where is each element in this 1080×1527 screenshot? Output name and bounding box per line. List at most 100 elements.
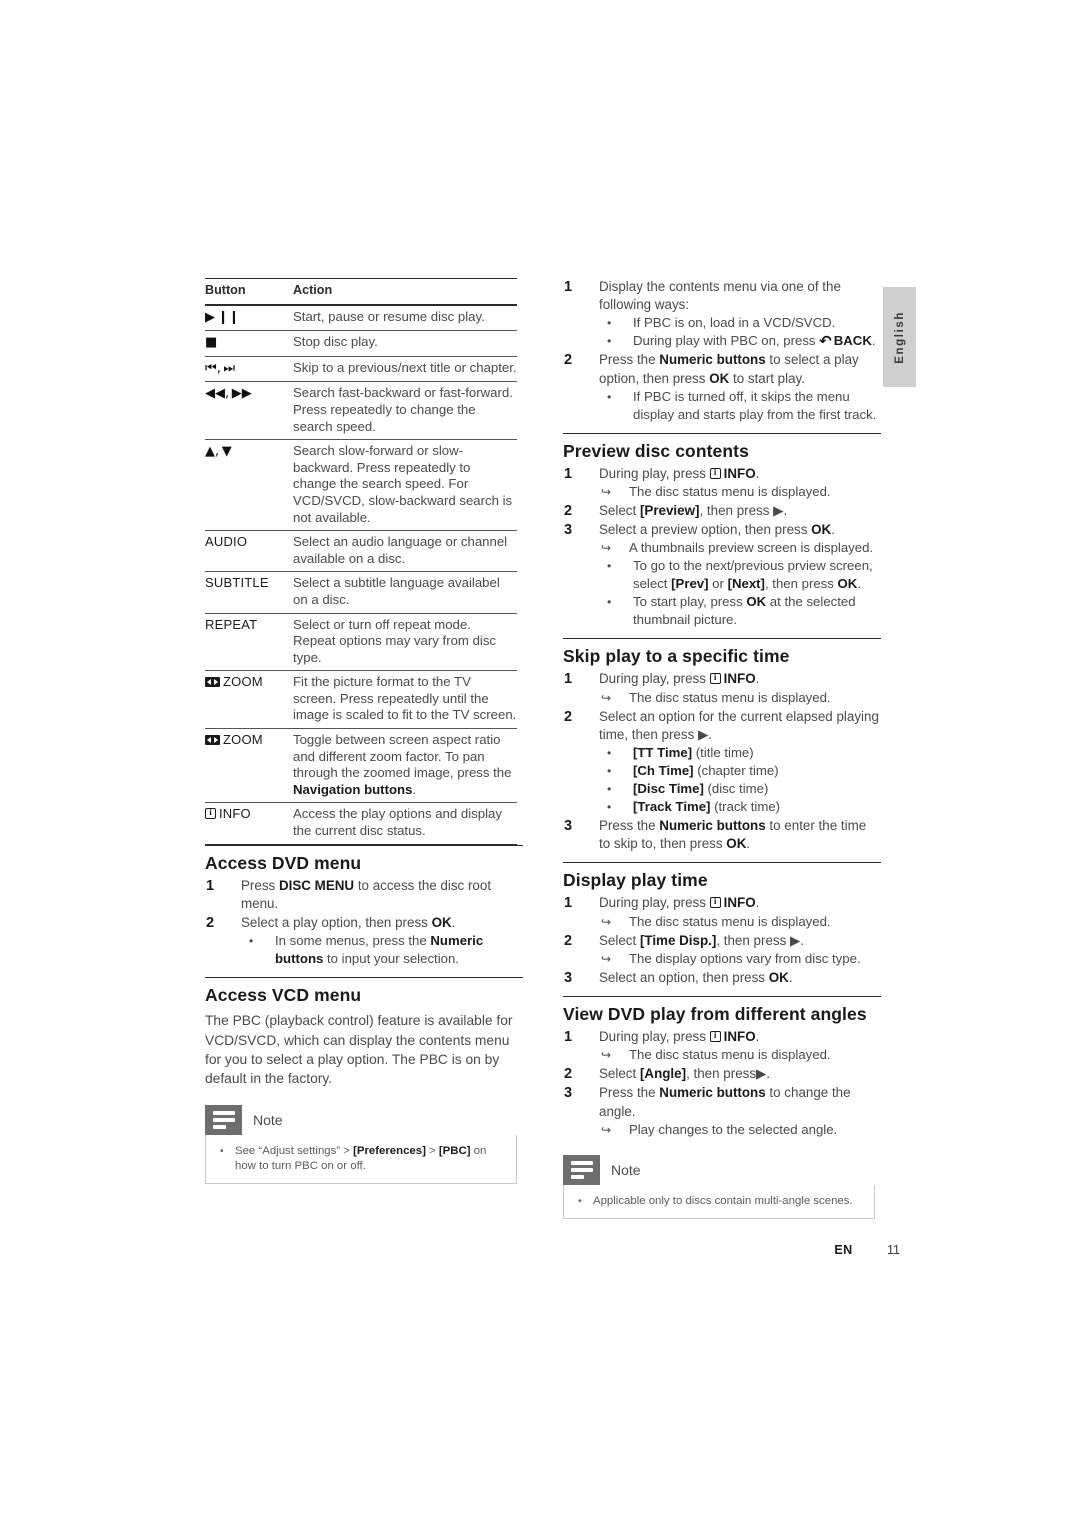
step-number: 2 — [564, 932, 573, 949]
step-subitem: • [Ch Time] (chapter time) — [607, 763, 779, 779]
bullet-icon: • — [607, 595, 612, 610]
table-row: INFO Access the play options and display … — [205, 803, 517, 845]
arrow-icon: ↪ — [601, 1048, 612, 1063]
heading-access-dvd-menu: Access DVD menu — [205, 844, 523, 877]
emphasis: Numeric buttons — [659, 1085, 766, 1101]
button-label: INFO — [219, 806, 251, 822]
table-cell-action: Skip to a previous/next title or chapter… — [293, 359, 517, 375]
step-result: ↪ A thumbnails preview screen is displaye… — [601, 540, 874, 556]
button-label: SUBTITLE — [205, 575, 269, 591]
step-text: Display the contents menu via one of the… — [599, 279, 841, 313]
emphasis: [Prev] — [671, 576, 709, 592]
note-list: • Applicable only to discs contain multi-… — [574, 1194, 864, 1209]
arrow-icon: ↪ — [601, 1122, 612, 1137]
button-action-table: Button Action ▶ ❙❙ Start, pause or resume… — [205, 278, 517, 845]
emphasis: BACK — [833, 333, 872, 349]
emphasis: [Angle] — [639, 1066, 687, 1082]
step-number: 2 — [564, 503, 573, 520]
footer-page-number: 11 — [887, 1243, 900, 1257]
info-icon — [709, 1029, 721, 1043]
bullet-icon: • — [249, 934, 254, 949]
emphasis: [Time Disp.] — [639, 932, 717, 948]
table-cell-button: ⏮, ⏭ — [205, 356, 293, 382]
note-icon — [563, 1154, 600, 1185]
note-box-pbc: Note • See “Adjust settings” > [Preferenc… — [205, 1104, 517, 1185]
step-item: 2 Select [Preview], then press ▶. — [563, 502, 881, 520]
play-pause-icon: ▶ ❙❙ — [205, 309, 240, 325]
steps-view-dvd-angles: 1 During play, press INFO. ↪The disc statu… — [563, 1028, 881, 1139]
step-subitem: • [Disc Time] (disc time) — [607, 781, 769, 797]
bullet-icon: • — [220, 1145, 224, 1157]
emphasis: [Next] — [727, 576, 765, 592]
footer-locale: EN — [834, 1243, 853, 1257]
step-number: 1 — [206, 877, 215, 894]
emphasis: INFO — [723, 1029, 756, 1045]
step-text: Select an option for the current elapsed… — [599, 708, 879, 742]
table-cell-button: INFO — [205, 803, 293, 844]
left-column: Button Action ▶ ❙❙ Start, pause or resume… — [205, 278, 523, 1185]
note-body: • Applicable only to discs contain multi-… — [563, 1184, 875, 1220]
step-number: 1 — [564, 895, 573, 912]
heading-preview-disc-contents: Preview disc contents — [563, 440, 749, 461]
arrow-icon: ↪ — [601, 541, 612, 556]
step-number: 3 — [564, 969, 573, 986]
emphasis: OK — [811, 522, 832, 538]
step-text: Select [Time Disp.], then press ▶. — [599, 932, 805, 948]
note-item: • Applicable only to discs contain multi-… — [574, 1194, 864, 1209]
table-cell-action: Toggle between screen aspect ratio and d… — [293, 732, 512, 797]
emphasis: OK — [431, 915, 452, 931]
table-cell-button: REPEAT — [205, 613, 293, 671]
emphasis: [Preferences] — [353, 1144, 426, 1157]
step-item: 2 Select [Time Disp.], then press ▶. ↪ The … — [563, 932, 881, 968]
right-column: 1 Display the contents menu via one of th… — [563, 278, 881, 1220]
bullet-icon: • — [607, 764, 612, 779]
note-icon — [205, 1104, 242, 1135]
heading-view-dvd-angles: View DVD play from different angles — [563, 1004, 867, 1025]
bullet-icon: • — [607, 782, 612, 797]
table-row: ◀◀, ▶▶ Search fast-backward or fast-forwa… — [205, 382, 517, 440]
step-item: 2 Select an option for the current elapse… — [563, 708, 881, 816]
step-result: ↪ The disc status menu is displayed. — [601, 1047, 831, 1063]
document-page: English Button Action ▶ ❙❙ Start, pause o… — [0, 0, 1080, 1527]
emphasis: Numeric buttons — [659, 352, 766, 368]
step-sublist: • If PBC is on, load in a VCD/SVCD. • Durin… — [599, 314, 881, 350]
step-text: During play, press INFO. — [599, 466, 759, 481]
zoom-icon — [205, 735, 220, 746]
info-icon — [709, 671, 721, 685]
step-sublist: • [TT Time] (title time) • [Ch Time] (chapt… — [599, 744, 881, 816]
table-cell-button: AUDIO — [205, 531, 293, 572]
emphasis: INFO — [723, 465, 756, 481]
table-header-row: Button Action — [205, 278, 517, 306]
step-text: Press DISC MENU to access the disc root … — [241, 877, 492, 911]
step-sublist: • To go to the next/previous prview scree… — [599, 557, 881, 629]
page-footer: EN 11 — [0, 1243, 1080, 1257]
arrow-icon: ↪ — [601, 690, 612, 705]
table-row: ⏮, ⏭ Skip to a previous/next title or cha… — [205, 356, 517, 382]
steps-vcd-menu: 1 Display the contents menu via one of th… — [563, 278, 881, 424]
step-subitem: • In some menus, press the Numeric button… — [249, 933, 484, 967]
bullet-icon: • — [607, 316, 612, 331]
emphasis: OK — [709, 370, 730, 386]
steps-access-dvd-menu: 1 Press DISC MENU to access the disc root… — [205, 877, 523, 969]
bullet-icon: • — [607, 559, 612, 574]
step-subitem: • If PBC is on, load in a VCD/SVCD. — [607, 315, 836, 331]
table-row: REPEAT Select or turn off repeat mode. Re… — [205, 613, 517, 671]
step-number: 3 — [564, 522, 573, 539]
step-subitem: • [TT Time] (title time) — [607, 745, 754, 761]
skip-prev-next-icon: ⏮, ⏭ — [205, 360, 236, 376]
heading-access-vcd-menu: Access VCD menu — [205, 985, 362, 1006]
step-result: ↪ Play changes to the selected angle. — [601, 1121, 838, 1137]
language-tab-label: English — [893, 310, 906, 364]
info-icon — [709, 466, 721, 479]
emphasis: OK — [746, 594, 767, 610]
step-item: 1 During play, press INFO. ↪The disc statu… — [563, 670, 881, 706]
bullet-icon: • — [578, 1195, 582, 1207]
paragraph-access-vcd-menu: The PBC (playback control) feature is av… — [205, 1013, 513, 1087]
table-cell-button: ▶ ❙❙ — [205, 305, 293, 331]
step-item: 2 Press the Numeric buttons to select a p… — [563, 351, 881, 423]
table-cell-button: SUBTITLE — [205, 572, 293, 613]
step-item: 2 Select a play option, then press OK. • In… — [205, 914, 523, 968]
emphasis: Navigation buttons — [293, 781, 413, 797]
up-down-arrows-icon: ▲, ▼ — [205, 444, 232, 460]
table-cell-button: ZOOM — [205, 671, 293, 729]
